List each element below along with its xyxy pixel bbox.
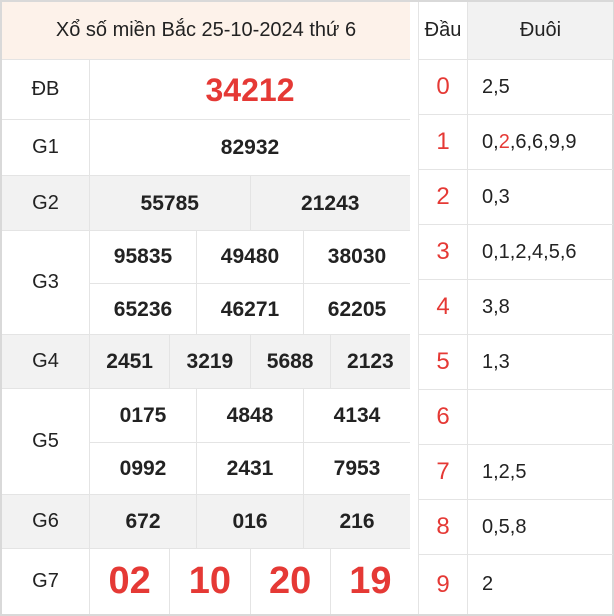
table-title: Xổ số miền Bắc 25-10-2024 thứ 6 xyxy=(2,2,410,60)
g5-number: 4134 xyxy=(303,389,410,442)
dau-digit: 5 xyxy=(436,348,450,375)
prize-label-db: ĐB xyxy=(2,60,90,119)
dau-header: Đầu xyxy=(424,19,462,41)
g2-number: 55785 xyxy=(140,191,199,215)
row-special-prize: ĐB 34212 xyxy=(2,60,410,120)
g5-number: 4848 xyxy=(196,389,303,442)
g3-number: 62205 xyxy=(303,284,410,335)
loto-header: Đầu Đuôi xyxy=(419,2,613,60)
g1-number: 82932 xyxy=(220,136,280,159)
row-g1: G1 82932 xyxy=(2,120,410,176)
prize-label-g4: G4 xyxy=(2,335,90,388)
dau-digit: 6 xyxy=(436,403,450,430)
dau-digit: 7 xyxy=(436,458,450,485)
duoi-digits: 1,3 xyxy=(467,335,613,389)
special-prize-number: 34212 xyxy=(205,71,295,108)
g7-number: 10 xyxy=(169,549,249,614)
g3-number: 46271 xyxy=(196,284,303,335)
g6-number: 216 xyxy=(303,495,410,549)
loto-row: 2 0,3 xyxy=(419,170,613,225)
g3-number: 49480 xyxy=(196,231,303,283)
duoi-digits: 0,5,8 xyxy=(467,500,613,554)
row-g2: G2 55785 21243 xyxy=(2,176,410,231)
g3-number: 65236 xyxy=(113,297,173,321)
g4-number: 3219 xyxy=(169,335,249,389)
prize-label-g1: G1 xyxy=(2,120,90,175)
duoi-digits: 0,1,2,4,5,6 xyxy=(467,225,613,279)
dau-digit: 0 xyxy=(436,73,450,100)
dau-digit: 3 xyxy=(436,238,450,265)
row-g7: G7 02 10 20 19 xyxy=(2,549,410,614)
duoi-part: ,6,6,9,9 xyxy=(509,130,577,153)
loto-row: 3 0,1,2,4,5,6 xyxy=(419,225,613,280)
g6-number: 016 xyxy=(196,495,303,549)
row-g6: G6 672 016 216 xyxy=(2,495,410,549)
duoi-part: 0, xyxy=(482,130,499,153)
g7-number: 20 xyxy=(249,549,330,614)
g5-number: 0175 xyxy=(119,403,167,427)
g4-number: 2451 xyxy=(106,350,153,373)
loto-row: 0 2,5 xyxy=(419,60,613,115)
prize-label-g6: G6 xyxy=(2,495,90,548)
duoi-digits: 3,8 xyxy=(467,280,613,334)
g3-number: 38030 xyxy=(303,231,410,283)
dau-digit: 2 xyxy=(436,183,450,210)
loto-row: 7 1,2,5 xyxy=(419,445,613,500)
row-g4: G4 2451 3219 5688 2123 xyxy=(2,335,410,389)
g7-number: 19 xyxy=(329,549,410,614)
g5-number: 0992 xyxy=(119,457,167,480)
loto-table: Đầu Đuôi 0 2,5 1 0, 2,6,6,9,9 2 0,3 3 0,1… xyxy=(418,2,613,614)
prize-label-g5: G5 xyxy=(2,389,90,494)
g5-number: 7953 xyxy=(303,443,410,495)
g6-number: 672 xyxy=(125,510,161,533)
row-g5: G5 0175 4848 4134 0992 2431 7953 xyxy=(2,389,410,495)
prize-label-g2: G2 xyxy=(2,176,90,230)
g2-number: 21243 xyxy=(249,176,411,231)
duoi-digits: 1,2,5 xyxy=(467,445,613,499)
duoi-part-highlight: 2 xyxy=(498,130,510,153)
duoi-digits: 2 xyxy=(467,555,613,614)
loto-row: 9 2 xyxy=(419,555,613,614)
g4-number: 2123 xyxy=(329,335,410,389)
dau-digit: 4 xyxy=(436,293,450,320)
duoi-header: Đuôi xyxy=(467,2,613,59)
loto-row: 4 3,8 xyxy=(419,280,613,335)
duoi-digits xyxy=(467,390,613,444)
duoi-digits: 0,3 xyxy=(467,170,613,224)
g4-number: 5688 xyxy=(249,335,330,389)
dau-digit: 1 xyxy=(436,128,450,155)
loto-row: 6 xyxy=(419,390,613,445)
row-g3: G3 95835 49480 38030 65236 46271 62205 xyxy=(2,231,410,335)
prize-label-g3: G3 xyxy=(2,231,90,334)
duoi-digits: 0, 2,6,6,9,9 xyxy=(467,115,613,169)
duoi-digits: 2,5 xyxy=(467,60,613,114)
g7-number: 02 xyxy=(108,560,151,602)
loto-row: 5 1,3 xyxy=(419,335,613,390)
g5-number: 2431 xyxy=(196,443,303,495)
loto-row: 1 0, 2,6,6,9,9 xyxy=(419,115,613,170)
prize-label-g7: G7 xyxy=(2,549,90,614)
loto-row: 8 0,5,8 xyxy=(419,500,613,555)
g3-number: 95835 xyxy=(113,245,173,268)
prize-table: Xổ số miền Bắc 25-10-2024 thứ 6 ĐB 34212… xyxy=(2,2,410,614)
dau-digit: 8 xyxy=(436,513,450,540)
dau-digit: 9 xyxy=(436,570,450,598)
